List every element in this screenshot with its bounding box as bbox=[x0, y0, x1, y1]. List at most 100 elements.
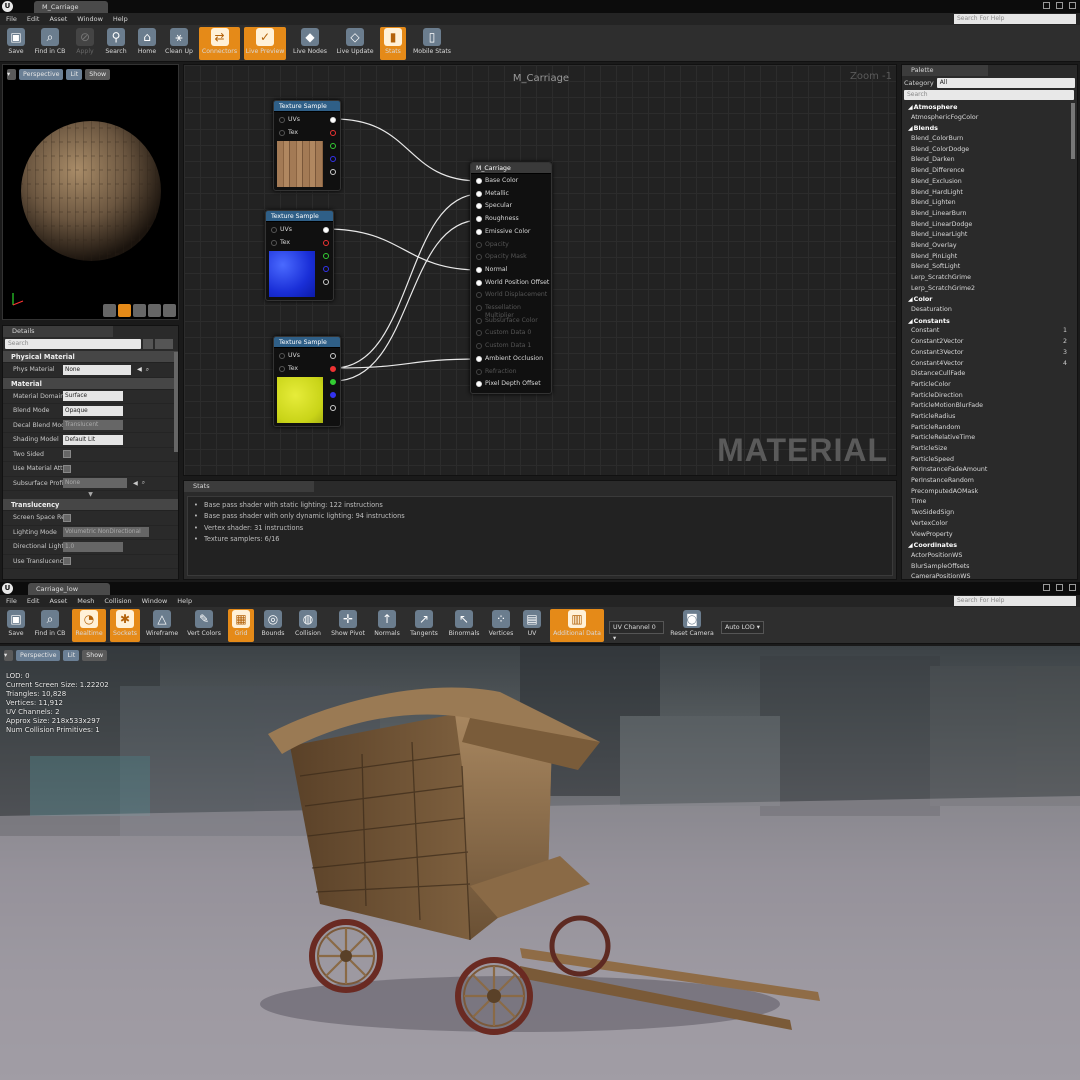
pin-rgb-out[interactable] bbox=[330, 353, 336, 359]
pin-a-out[interactable] bbox=[323, 279, 329, 285]
auto-lod-dropdown[interactable]: Auto LOD ▾ bbox=[721, 621, 764, 634]
pin-rgb-out[interactable] bbox=[330, 117, 336, 123]
connectors-button[interactable]: ⇄ Connectors bbox=[199, 27, 240, 60]
texture-sample-node-2[interactable]: Texture Sample UVs Tex bbox=[265, 210, 334, 301]
tangents-button[interactable]: ↗ Tangents bbox=[406, 609, 442, 642]
palette-item[interactable]: VertexColor bbox=[902, 519, 1077, 530]
material-domain-dropdown[interactable]: Surface bbox=[63, 391, 123, 402]
bounds-button[interactable]: ◎ Bounds bbox=[258, 609, 288, 642]
palette-item[interactable]: Blend_Lighten bbox=[902, 198, 1077, 209]
two-sided-checkbox[interactable] bbox=[63, 450, 71, 459]
phys-material-dropdown[interactable]: None bbox=[63, 364, 131, 375]
palette-item[interactable]: ParticleDirection bbox=[902, 391, 1077, 402]
pin-b-out[interactable] bbox=[330, 392, 336, 398]
palette-item[interactable]: Blend_HardLight bbox=[902, 188, 1077, 199]
live-update-button[interactable]: ◇ Live Update bbox=[334, 27, 376, 60]
mobile-stats-button[interactable]: ▯ Mobile Stats bbox=[410, 27, 454, 60]
result-pin-dot[interactable] bbox=[476, 228, 482, 235]
pin-g-out[interactable] bbox=[323, 253, 329, 259]
pin-r-out[interactable] bbox=[323, 240, 329, 246]
vert-colors-button[interactable]: ✎ Vert Colors bbox=[184, 609, 224, 642]
home-button[interactable]: ⌂ Home bbox=[134, 27, 160, 60]
palette-item[interactable]: PrecomputedAOMask bbox=[902, 487, 1077, 498]
live-preview-button[interactable]: ✓ Live Preview bbox=[244, 27, 286, 60]
search-help-input[interactable]: Search For Help bbox=[954, 596, 1076, 606]
wireframe-button[interactable]: △ Wireframe bbox=[144, 609, 180, 642]
tab-m-carriage[interactable]: M_Carriage bbox=[34, 1, 108, 13]
palette-item[interactable]: Blend_Exclusion bbox=[902, 177, 1077, 188]
find-in-cb-button[interactable]: ⌕ Find in CB bbox=[32, 27, 68, 60]
palette-item[interactable]: AtmosphericFogColor bbox=[902, 113, 1077, 124]
palette-item[interactable]: ParticleColor bbox=[902, 380, 1077, 391]
menu-help[interactable]: Help bbox=[113, 13, 128, 25]
result-pin-dot[interactable] bbox=[476, 355, 482, 362]
palette-item[interactable]: Blend_LinearBurn bbox=[902, 209, 1077, 220]
pin-r-out[interactable] bbox=[330, 366, 336, 372]
palette-item[interactable]: Blend_ColorDodge bbox=[902, 145, 1077, 156]
palette-item[interactable]: BlurSampleOffsets bbox=[902, 562, 1077, 573]
palette-item[interactable]: Lerp_ScratchGrime2 bbox=[902, 284, 1077, 295]
palette-item[interactable]: ActorPositionWS bbox=[902, 551, 1077, 562]
teapot-icon[interactable] bbox=[163, 304, 176, 317]
pin-uvs-in[interactable] bbox=[279, 353, 285, 359]
menu-file[interactable]: File bbox=[6, 13, 17, 25]
palette-category[interactable]: ◢Blends bbox=[902, 123, 1077, 134]
texture-sample-node-3[interactable]: Texture Sample UVs Tex bbox=[273, 336, 341, 427]
palette-item[interactable]: Constant4Vector 4 bbox=[902, 359, 1077, 370]
palette-item[interactable]: Blend_LinearLight bbox=[902, 230, 1077, 241]
apply-button[interactable]: ⊘ Apply bbox=[73, 27, 97, 60]
result-pin-dot[interactable] bbox=[476, 317, 482, 324]
result-pin-dot[interactable] bbox=[476, 305, 482, 311]
physical-material-header[interactable]: Physical Material bbox=[3, 351, 178, 363]
details-tab[interactable]: Details bbox=[3, 326, 113, 337]
result-pin-dot[interactable] bbox=[476, 266, 482, 273]
palette-item[interactable]: Blend_LinearDodge bbox=[902, 220, 1077, 231]
close-icon[interactable] bbox=[1069, 584, 1076, 591]
stats-tab[interactable]: Stats bbox=[184, 481, 314, 492]
pin-rgb-out[interactable] bbox=[323, 227, 329, 233]
clean-up-button[interactable]: ⚹ Clean Up bbox=[163, 27, 195, 60]
material-result-node[interactable]: M_Carriage Base Color Metallic Specular Rou… bbox=[470, 162, 552, 394]
tab-carriage-low[interactable]: Carriage_low bbox=[28, 583, 110, 595]
texture-sample-node-1[interactable]: Texture Sample UVs Tex bbox=[273, 100, 341, 191]
arrow-left-icon[interactable]: ◀ bbox=[137, 366, 142, 373]
menu-mesh[interactable]: Mesh bbox=[77, 595, 94, 607]
sockets-button[interactable]: ✱ Sockets bbox=[110, 609, 140, 642]
palette-item[interactable]: ParticleRandom bbox=[902, 423, 1077, 434]
result-pin-dot[interactable] bbox=[476, 203, 482, 210]
subsurface-profile-dropdown[interactable]: None bbox=[63, 478, 127, 489]
category-dropdown[interactable]: All bbox=[936, 78, 1075, 88]
pin-uvs-in[interactable] bbox=[279, 117, 285, 123]
live-nodes-button[interactable]: ◆ Live Nodes bbox=[290, 27, 330, 60]
cylinder-icon[interactable] bbox=[103, 304, 116, 317]
find-in-cb-button[interactable]: ⌕ Find in CB bbox=[32, 609, 68, 642]
result-pin-dot[interactable] bbox=[476, 241, 482, 248]
search-help-input[interactable]: Search For Help bbox=[954, 14, 1076, 24]
show-button[interactable]: Show bbox=[82, 650, 108, 661]
pin-uvs-in[interactable] bbox=[271, 227, 277, 233]
palette-category[interactable]: ◢Atmosphere bbox=[902, 102, 1077, 113]
result-pin-dot[interactable] bbox=[476, 381, 482, 388]
result-pin-dot[interactable] bbox=[476, 254, 482, 261]
collision-button[interactable]: ◍ Collision bbox=[292, 609, 324, 642]
reset-camera-button[interactable]: ◙ Reset Camera bbox=[668, 609, 716, 642]
palette-scrollbar[interactable] bbox=[1071, 103, 1075, 159]
grid-view-icon[interactable] bbox=[143, 339, 153, 349]
stats-button[interactable]: ▮ Stats bbox=[380, 27, 406, 60]
use-translucency-vertex-fog-checkbox[interactable] bbox=[63, 557, 71, 566]
expand-arrow-icon[interactable]: ▼ bbox=[3, 491, 178, 499]
menu-asset[interactable]: Asset bbox=[49, 595, 67, 607]
browse-icon[interactable]: ⌕ bbox=[146, 366, 149, 374]
pin-tex-in[interactable] bbox=[271, 240, 277, 246]
pin-b-out[interactable] bbox=[330, 156, 336, 162]
result-pin-dot[interactable] bbox=[476, 190, 482, 197]
viewport-options-icon[interactable]: ▾ bbox=[4, 650, 13, 661]
uv-button[interactable]: ▤ UV bbox=[520, 609, 544, 642]
close-icon[interactable] bbox=[1069, 2, 1076, 9]
save-button[interactable]: ▣ Save bbox=[4, 609, 28, 642]
palette-item[interactable]: Lerp_ScratchGrime bbox=[902, 273, 1077, 284]
show-pivot-button[interactable]: ✛ Show Pivot bbox=[328, 609, 368, 642]
eye-icon[interactable] bbox=[155, 339, 173, 349]
normals-button[interactable]: ↑ Normals bbox=[372, 609, 402, 642]
menu-help[interactable]: Help bbox=[177, 595, 192, 607]
